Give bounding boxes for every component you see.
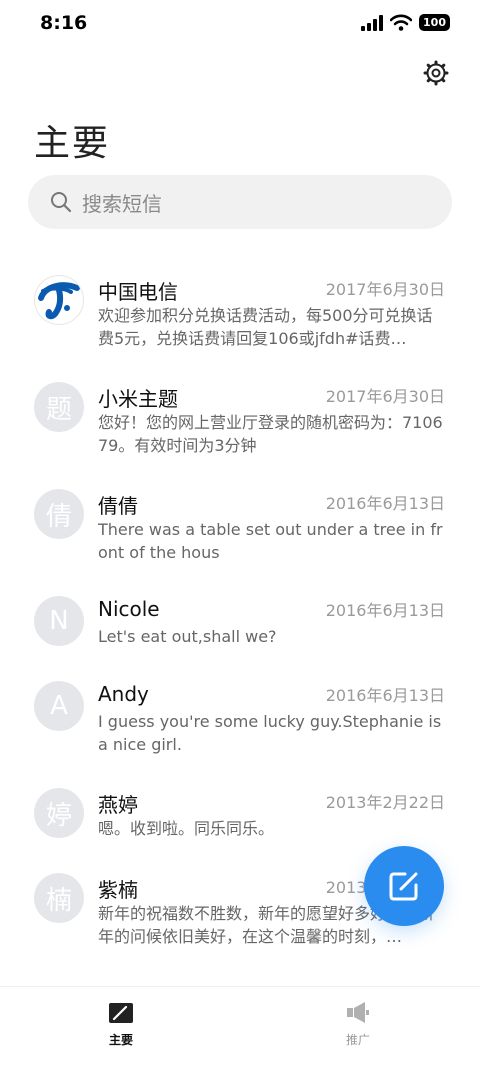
battery-icon: 100: [419, 14, 450, 31]
conversation-preview: Let's eat out,shall we?: [98, 627, 277, 646]
conversation-name: 紫楠: [98, 878, 138, 902]
conversation-date: 2013年2月22日: [325, 793, 445, 812]
primary-messages-icon: [109, 1003, 133, 1023]
conversation-name: Andy: [98, 682, 149, 706]
conversation-preview: 嗯。收到啦。同乐同乐。: [98, 819, 275, 838]
tab-primary[interactable]: 主要: [81, 1001, 161, 1048]
search-input[interactable]: 搜索短信: [28, 175, 452, 229]
avatar: N: [34, 596, 84, 646]
conversation-name: 小米主题: [98, 387, 178, 411]
status-bar: 8:16 100: [0, 0, 480, 48]
china-telecom-logo-icon: [38, 282, 80, 320]
status-icons: 100: [361, 14, 450, 31]
conversation-item[interactable]: N Nicole 2016年6月13日 Let's eat out,shall …: [0, 583, 480, 668]
conversation-preview: There was a table set out under a tree i…: [98, 520, 443, 562]
megaphone-icon: [347, 1002, 369, 1023]
search-icon: [51, 192, 72, 213]
conversation-name: 燕婷: [98, 793, 138, 817]
conversation-name: 中国电信: [98, 280, 178, 304]
avatar: 倩: [34, 489, 84, 539]
signal-icon: [361, 14, 384, 31]
compose-button[interactable]: [364, 846, 444, 926]
page-title: 主要: [34, 123, 111, 164]
search-placeholder: 搜索短信: [82, 191, 162, 216]
gear-icon[interactable]: [423, 60, 449, 86]
conversation-item[interactable]: 倩 倩倩 2016年6月13日 There was a table set ou…: [0, 476, 480, 583]
avatar: 题: [34, 382, 84, 432]
tab-label: 主要: [108, 1033, 133, 1047]
conversation-item[interactable]: 中国电信 2017年6月30日 欢迎参加积分兑换话费活动，每500分可兑换话费5…: [0, 262, 480, 369]
status-time: 8:16: [40, 12, 88, 34]
conversation-item[interactable]: 题 小米主题 2017年6月30日 您好！您的网上营业厅登录的随机密码为：710…: [0, 369, 480, 476]
compose-icon: [389, 872, 418, 901]
conversation-preview: 欢迎参加积分兑换话费活动，每500分可兑换话费5元，兑换话费请回复106或jfd…: [98, 306, 433, 348]
avatar: 婷: [34, 788, 84, 838]
conversation-preview: I guess you're some lucky guy.Stephanie …: [98, 712, 442, 754]
conversation-date: 2017年6月30日: [325, 280, 445, 299]
conversation-date: 2017年6月30日: [325, 387, 445, 406]
conversation-date: 2016年6月13日: [325, 494, 445, 513]
conversation-preview: 您好！您的网上营业厅登录的随机密码为：710679。有效时间为3分钟: [98, 413, 443, 455]
conversation-date: 2016年6月13日: [325, 601, 445, 620]
tab-label: 推广: [345, 1033, 370, 1047]
avatar: 楠: [34, 873, 84, 923]
conversation-name: Nicole: [98, 597, 160, 621]
china-telecom-logo: [34, 275, 84, 325]
bottom-nav: 主要 推广: [0, 986, 480, 1066]
conversation-date: 2016年6月13日: [325, 686, 445, 705]
conversation-item[interactable]: A Andy 2016年6月13日 I guess you're some lu…: [0, 668, 480, 775]
tab-promotions[interactable]: 推广: [318, 1001, 398, 1048]
wifi-icon: [390, 14, 413, 31]
avatar: A: [34, 681, 84, 731]
conversation-name: 倩倩: [98, 494, 138, 518]
